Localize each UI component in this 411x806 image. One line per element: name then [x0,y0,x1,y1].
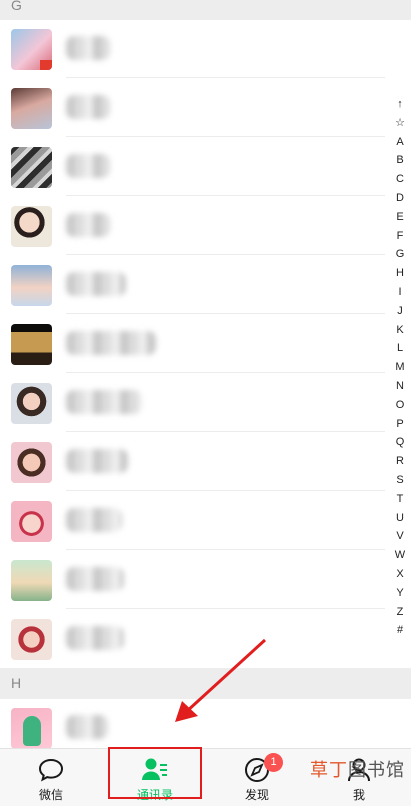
index-letter[interactable]: S [396,471,403,490]
divider [66,549,385,550]
watermark-part2: 图书馆 [348,760,405,780]
index-letter[interactable]: ☆ [395,114,405,133]
contact-row[interactable] [0,551,385,609]
tab-label: 发现 [244,788,269,802]
contact-row[interactable] [0,79,385,137]
section-letter: H [11,675,22,691]
index-letter[interactable]: X [396,565,403,584]
index-letter[interactable]: L [397,339,403,358]
tab-label: 微信 [38,788,63,802]
contact-name-blurred [66,331,156,355]
index-letter[interactable]: N [396,377,404,396]
avatar [11,206,52,247]
avatar [11,708,52,749]
contact-row[interactable] [0,610,385,668]
index-letter[interactable]: C [396,170,404,189]
contact-row[interactable] [0,20,385,78]
divider [66,490,385,491]
contact-row[interactable] [0,433,385,491]
divider [66,431,385,432]
contact-name-blurred [66,390,142,414]
alphabet-index-bar[interactable]: ↑ ☆ A B C D E F G H I J K L M N O P Q R S T U V W X Y Z # [391,95,409,640]
chat-bubble-icon [38,758,64,782]
contact-name-blurred [66,567,124,591]
index-letter[interactable]: A [396,133,403,152]
section-header-g: G [0,0,411,20]
index-letter[interactable]: O [396,396,405,415]
contact-name-blurred [66,508,122,532]
contact-row[interactable] [0,315,385,373]
contact-name-blurred [66,213,110,237]
index-letter[interactable]: P [396,415,403,434]
contact-name-blurred [66,626,124,650]
section-letter: G [11,0,22,13]
index-letter[interactable]: J [397,302,403,321]
index-letter[interactable]: R [396,452,404,471]
contact-row[interactable] [0,138,385,196]
tab-discover[interactable]: 1 发现 [206,749,308,806]
contact-name-blurred [66,272,126,296]
avatar [11,29,52,70]
index-letter[interactable]: H [396,264,404,283]
index-letter[interactable]: Z [397,603,404,622]
divider [66,254,385,255]
index-letter[interactable]: D [396,189,404,208]
index-letter[interactable]: F [397,227,404,246]
contact-row[interactable] [0,197,385,255]
contact-name-blurred [66,715,108,739]
divider [66,136,385,137]
index-letter[interactable]: I [398,283,401,302]
divider [66,313,385,314]
divider [66,608,385,609]
index-letter[interactable]: U [396,509,404,528]
index-letter[interactable]: G [396,245,405,264]
index-letter[interactable]: Y [396,584,403,603]
avatar [11,619,52,660]
watermark-part1: 草丁 [310,760,348,780]
avatar [11,383,52,424]
avatar [11,501,52,542]
watermark-logo: 草丁图书馆 [310,756,405,782]
index-letter[interactable]: B [396,151,403,170]
index-letter[interactable]: V [396,527,403,546]
section-header-h: H [0,668,411,699]
tab-label: 我 [352,788,365,802]
annotation-highlight-box [108,747,202,799]
avatar [11,560,52,601]
contact-name-blurred [66,36,110,60]
notification-badge: 1 [264,753,283,772]
divider [66,77,385,78]
avatar [11,442,52,483]
contact-name-blurred [66,95,110,119]
index-letter[interactable]: E [396,208,403,227]
contact-row[interactable] [0,374,385,432]
contact-row[interactable] [0,492,385,550]
tab-chats[interactable]: 微信 [0,749,102,806]
avatar [11,147,52,188]
index-letter[interactable]: K [396,321,403,340]
avatar [11,324,52,365]
index-letter[interactable]: T [397,490,404,509]
contact-name-blurred [66,154,110,178]
contact-row[interactable] [0,256,385,314]
divider [66,372,385,373]
avatar [11,265,52,306]
index-letter[interactable]: M [395,358,404,377]
avatar [11,88,52,129]
index-letter[interactable]: # [397,621,403,640]
index-letter[interactable]: W [395,546,405,565]
index-letter[interactable]: ↑ [397,95,403,114]
index-letter[interactable]: Q [396,433,405,452]
divider [66,195,385,196]
contact-name-blurred [66,449,128,473]
